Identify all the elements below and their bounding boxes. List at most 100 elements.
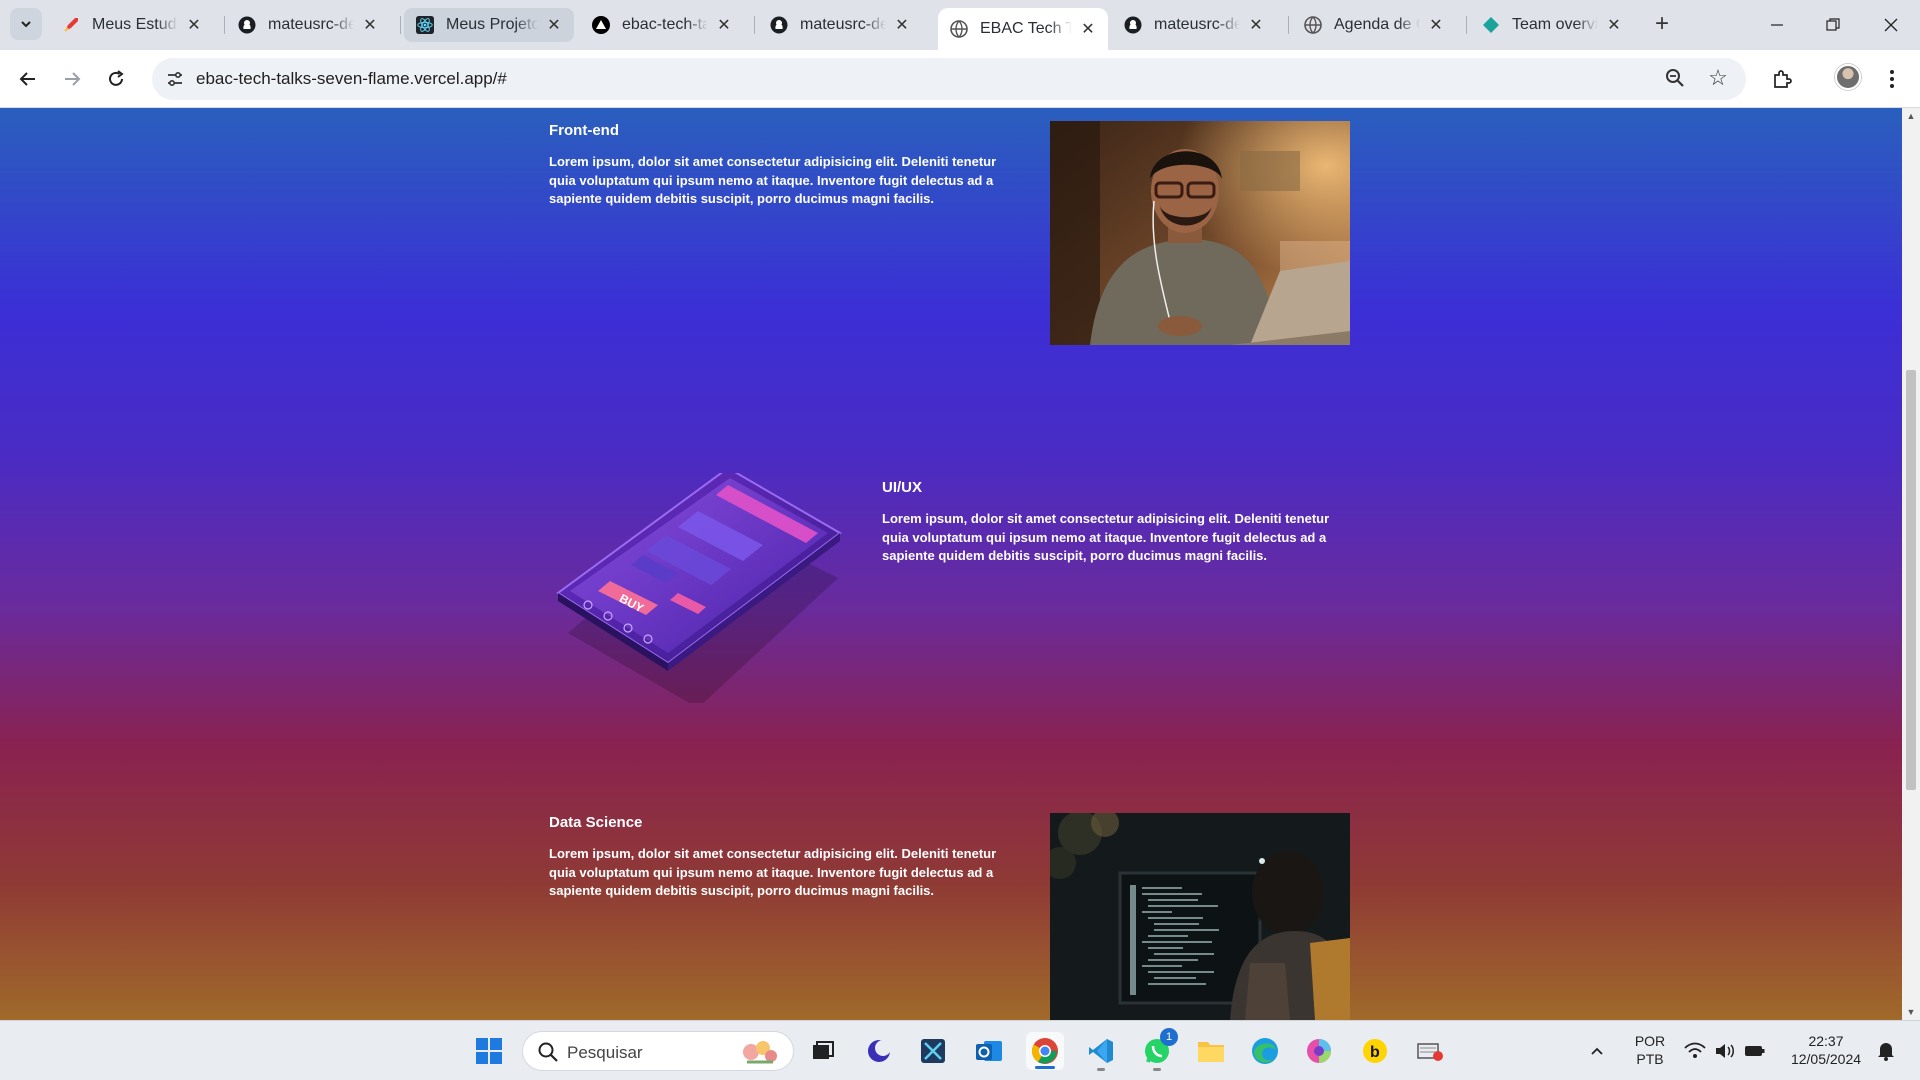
section-text-front-end: Lorem ipsum, dolor sit amet consectetur … (549, 154, 997, 206)
page-viewport: Front-end Lorem ipsum, dolor sit amet co… (0, 108, 1902, 1020)
tab-strip: Meus Estudos ✕ mateusrc-dev ✕ Meus Proje… (0, 0, 1920, 50)
edge-icon[interactable] (1246, 1032, 1284, 1070)
close-icon[interactable]: ✕ (544, 15, 564, 35)
tab-title: EBAC Tech Talks (980, 20, 1072, 37)
task-view-icon[interactable] (804, 1032, 842, 1070)
flowers-decoration-icon (743, 1041, 777, 1064)
page-scrollbar[interactable]: ▲ ▼ (1902, 108, 1920, 1020)
close-icon[interactable]: ✕ (1078, 19, 1098, 39)
battery-icon[interactable] (1742, 1032, 1768, 1070)
volume-icon[interactable] (1712, 1032, 1738, 1070)
input-language-indicator[interactable]: POR PTB (1626, 1032, 1674, 1068)
reload-button[interactable] (100, 63, 132, 95)
scroll-down-arrow-icon[interactable]: ▼ (1902, 1004, 1920, 1020)
kebab-menu-icon (1890, 70, 1894, 88)
browser-toolbar: ebac-tech-talks-seven-flame.vercel.app/#… (0, 50, 1920, 108)
site-info-icon[interactable] (162, 66, 188, 92)
clock-time: 22:37 (1808, 1033, 1844, 1049)
url-text[interactable]: ebac-tech-talks-seven-flame.vercel.app/# (196, 69, 507, 89)
language-code: POR (1634, 1033, 1666, 1049)
wifi-icon[interactable] (1682, 1032, 1708, 1070)
keyboard-layout-code: PTB (1636, 1051, 1664, 1067)
globe-icon (950, 20, 968, 38)
close-icon[interactable]: ✕ (892, 15, 912, 35)
clock-date: 12/05/2024 (1790, 1051, 1862, 1067)
close-window-button[interactable] (1868, 8, 1914, 42)
snipping-tool-icon[interactable] (914, 1032, 952, 1070)
extensions-button[interactable] (1766, 63, 1798, 95)
show-hidden-icons-chevron-up-icon[interactable] (1582, 1032, 1612, 1070)
forward-button[interactable] (56, 63, 88, 95)
minimize-icon (1771, 24, 1783, 26)
globe-icon (1304, 16, 1322, 34)
bookmark-star-icon[interactable]: ☆ (1706, 66, 1730, 90)
windows-logo-icon (476, 1038, 502, 1064)
svg-text:b: b (1370, 1044, 1380, 1061)
tab-github-3[interactable]: mateusrc-dev ✕ (1112, 8, 1276, 42)
taskbar-search-box[interactable]: Pesquisar (522, 1031, 794, 1071)
rocket-icon (62, 16, 80, 34)
react-icon (416, 16, 434, 34)
github-icon (1124, 16, 1142, 34)
network-status-app-icon[interactable] (1412, 1032, 1450, 1070)
github-icon (238, 16, 256, 34)
close-icon[interactable]: ✕ (714, 15, 734, 35)
whatsapp-notification-badge: 1 (1160, 1028, 1178, 1046)
github-icon (770, 16, 788, 34)
b-app-icon[interactable]: b (1356, 1032, 1394, 1070)
tab-title: Meus Estudos (92, 16, 178, 33)
tab-meus-estudos[interactable]: Meus Estudos ✕ (50, 8, 214, 42)
scrollbar-thumb[interactable] (1906, 370, 1916, 790)
start-button[interactable] (470, 1032, 508, 1070)
minimize-button[interactable] (1754, 8, 1800, 42)
zoom-icon[interactable] (1664, 67, 1688, 91)
arrow-left-icon (19, 72, 35, 86)
section-title-front-end: Front-end (549, 122, 619, 139)
clock[interactable]: 22:37 12/05/2024 (1778, 1032, 1874, 1068)
whatsapp-icon[interactable]: 1 (1138, 1028, 1178, 1071)
profile-avatar[interactable] (1835, 64, 1861, 90)
section-text-data-science: Lorem ipsum, dolor sit amet consectetur … (549, 846, 997, 898)
tab-ebac-tech-talks-vercel[interactable]: ebac-tech-talks ✕ (580, 8, 744, 42)
tab-title: Team overview (1512, 16, 1598, 33)
tab-team-overview[interactable]: Team overview ✕ (1470, 8, 1634, 42)
tab-search-button[interactable] (10, 8, 42, 40)
notification-bell-icon[interactable] (1872, 1032, 1900, 1070)
tab-title: mateusrc-dev (268, 16, 354, 33)
restore-icon (1826, 18, 1840, 31)
new-tab-button[interactable]: + (1648, 10, 1676, 38)
windows-taskbar: Pesquisar 1 b POR PTB 22:37 12/05/2024 (0, 1020, 1920, 1080)
puzzle-icon (1774, 70, 1792, 88)
chrome-taskbar-icon[interactable] (1026, 1032, 1064, 1070)
browser-menu-button[interactable] (1876, 63, 1908, 95)
close-icon[interactable]: ✕ (1246, 15, 1266, 35)
tab-agenda-de-contatos[interactable]: Agenda de Contatos ✕ (1292, 8, 1456, 42)
section-title-data-science: Data Science (549, 814, 643, 831)
close-icon[interactable]: ✕ (360, 15, 380, 35)
tab-meus-projetos[interactable]: Meus Projetos ✕ (404, 8, 574, 42)
restore-button[interactable] (1810, 8, 1856, 42)
tab-github-2[interactable]: mateusrc-dev ✕ (758, 8, 922, 42)
vercel-icon (592, 16, 610, 34)
tab-title: Meus Projetos (446, 16, 538, 33)
back-button[interactable] (12, 63, 44, 95)
close-icon[interactable]: ✕ (1604, 15, 1624, 35)
search-icon (538, 1042, 558, 1062)
color-picker-app-icon[interactable] (1300, 1032, 1338, 1070)
tab-github-1[interactable]: mateusrc-dev ✕ (226, 8, 390, 42)
diamond-icon (1482, 16, 1500, 34)
close-icon[interactable]: ✕ (184, 15, 204, 35)
scroll-up-arrow-icon[interactable]: ▲ (1902, 108, 1920, 124)
file-explorer-icon[interactable] (1192, 1032, 1230, 1070)
vscode-icon[interactable] (1082, 1032, 1120, 1071)
address-bar[interactable]: ebac-tech-talks-seven-flame.vercel.app/#… (152, 58, 1746, 100)
moon-app-icon[interactable] (860, 1032, 898, 1070)
reload-icon (109, 70, 124, 86)
tab-ebac-tech-talks-active[interactable]: EBAC Tech Talks ✕ (938, 8, 1108, 50)
section-text-ui-ux: Lorem ipsum, dolor sit amet consectetur … (882, 511, 1330, 563)
close-icon[interactable]: ✕ (1426, 15, 1446, 35)
man-working-on-laptop-photo (1050, 121, 1350, 345)
outlook-icon[interactable] (970, 1032, 1008, 1070)
close-icon (1884, 18, 1898, 32)
section-title-ui-ux: UI/UX (882, 479, 923, 496)
